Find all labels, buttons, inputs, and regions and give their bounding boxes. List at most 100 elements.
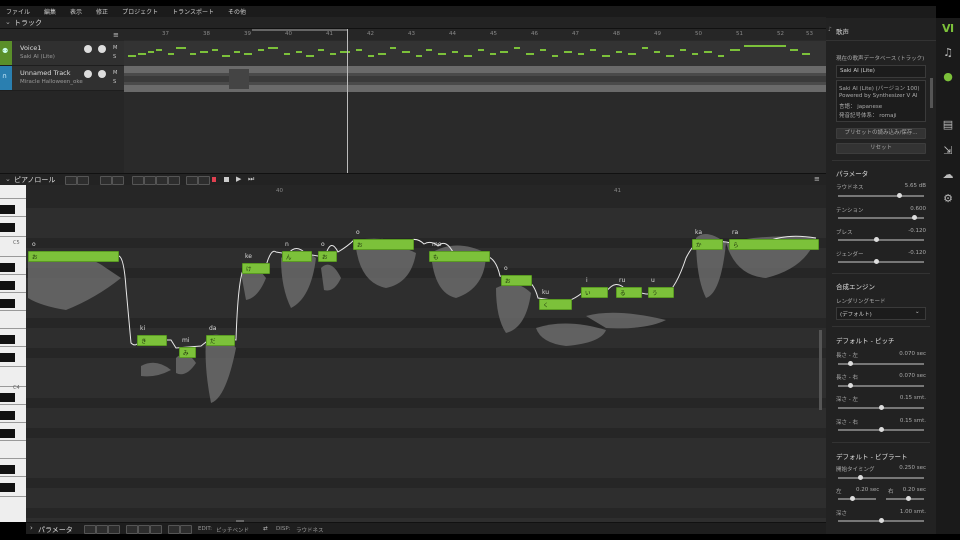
note[interactable]: お: [353, 239, 414, 250]
voice-track-lane[interactable]: [124, 41, 826, 66]
pencil-tool-icon[interactable]: [77, 176, 89, 185]
loop-range[interactable]: [252, 29, 348, 31]
note[interactable]: か: [692, 239, 723, 250]
slider-knob[interactable]: [906, 496, 911, 501]
pointer-tool-icon[interactable]: [84, 525, 96, 534]
microphone-icon[interactable]: ●: [942, 70, 954, 83]
note[interactable]: み: [179, 347, 196, 358]
curve-tool-icon[interactable]: [112, 176, 124, 185]
render-mode-select[interactable]: (デフォルト) ⌄: [836, 307, 926, 320]
solo-button[interactable]: S: [113, 79, 116, 85]
menu-transport[interactable]: トランスポート: [172, 7, 214, 16]
note[interactable]: お: [501, 275, 532, 286]
pause-icon[interactable]: [212, 177, 216, 182]
slider-knob[interactable]: [879, 518, 884, 523]
note[interactable]: ら: [729, 239, 819, 250]
swap-arrows-icon[interactable]: ⇄: [263, 526, 268, 532]
slider-knob[interactable]: [874, 259, 879, 264]
volume-knob[interactable]: [84, 70, 92, 78]
slider-knob[interactable]: [897, 193, 902, 198]
instrumental-track-lane[interactable]: [124, 66, 826, 92]
piano-roll-ruler[interactable]: 40 41: [26, 185, 826, 198]
menu-edit[interactable]: 編集: [44, 7, 56, 16]
track-timeline[interactable]: 37 38 39 40 41 42 43 44 45 46 47 48 49 5…: [124, 29, 826, 40]
expand-chevron-icon[interactable]: ›: [30, 524, 33, 532]
pan-knob[interactable]: [98, 45, 106, 53]
track-row-voice1[interactable]: ⚉ Voice1 Saki AI (Lite) M S: [0, 41, 124, 66]
zoom-tool-icon[interactable]: [168, 525, 180, 534]
slider-knob[interactable]: [848, 361, 853, 366]
slider-knob[interactable]: [858, 475, 863, 480]
note[interactable]: け: [242, 263, 270, 274]
gender-slider[interactable]: [838, 261, 924, 263]
pencil-tool-icon[interactable]: [96, 525, 108, 534]
collapse-chevron-icon[interactable]: ⌄: [5, 18, 11, 26]
book-icon[interactable]: ▤: [942, 118, 954, 131]
note[interactable]: お: [318, 251, 337, 262]
reset-button[interactable]: リセット: [836, 143, 926, 154]
note[interactable]: ん: [282, 251, 312, 262]
note[interactable]: く: [539, 299, 572, 310]
pointer-tool-icon[interactable]: [65, 176, 77, 185]
display-parameter-value[interactable]: ラウドネス: [296, 526, 324, 534]
playhead[interactable]: [347, 29, 348, 173]
slider-knob[interactable]: [879, 405, 884, 410]
vibrato-tool-icon[interactable]: [156, 176, 168, 185]
mute-button[interactable]: M: [113, 70, 117, 76]
edit-parameter-value[interactable]: ピッチベンド: [216, 526, 249, 534]
piano-keyboard[interactable]: C5 C4: [0, 185, 26, 522]
vibrato-left-slider[interactable]: [838, 498, 876, 500]
snap-tool-icon[interactable]: [180, 525, 192, 534]
line-tool-icon[interactable]: [132, 176, 144, 185]
vibrato-right-slider[interactable]: [886, 498, 924, 500]
erase-tool-icon[interactable]: [150, 525, 162, 534]
piano-roll-grid[interactable]: お o き ki み mi だ da け ke ん n お o お o も mo…: [26, 198, 826, 522]
slider-knob[interactable]: [912, 215, 917, 220]
piano-roll-menu-icon[interactable]: ≡: [814, 175, 820, 183]
note[interactable]: う: [648, 287, 674, 298]
menu-modify[interactable]: 修正: [96, 7, 108, 16]
resize-handle[interactable]: [236, 520, 244, 522]
export-icon[interactable]: ⇲: [942, 144, 954, 157]
database-select[interactable]: Saki AI (Lite): [836, 65, 926, 78]
track-name[interactable]: Unnamed Track: [20, 69, 71, 77]
menu-project[interactable]: プロジェクト: [122, 7, 158, 16]
note[interactable]: だ: [206, 335, 235, 346]
vibrato-timing-slider[interactable]: [838, 477, 924, 479]
note[interactable]: い: [581, 287, 608, 298]
note[interactable]: き: [137, 335, 167, 346]
line-tool-icon[interactable]: [126, 525, 138, 534]
note[interactable]: る: [616, 287, 642, 298]
knife-tool-icon[interactable]: [100, 176, 112, 185]
slider-knob[interactable]: [874, 237, 879, 242]
slider-knob[interactable]: [879, 427, 884, 432]
slider-knob[interactable]: [848, 383, 853, 388]
loudness-slider[interactable]: [838, 195, 924, 197]
note[interactable]: お: [28, 251, 119, 262]
menu-other[interactable]: その他: [228, 7, 246, 16]
menu-view[interactable]: 表示: [70, 7, 82, 16]
smooth-tool-icon[interactable]: [138, 525, 150, 534]
mute-button[interactable]: M: [113, 45, 117, 51]
slider-knob[interactable]: [850, 496, 855, 501]
skip-icon[interactable]: ⏭: [248, 175, 254, 184]
play-mode-icon[interactable]: [186, 176, 198, 185]
solo-button[interactable]: S: [113, 54, 116, 60]
panel-scrollbar[interactable]: [930, 78, 933, 108]
cloud-icon[interactable]: ☁: [942, 168, 954, 181]
gear-icon[interactable]: ⚙: [942, 192, 954, 205]
play-icon[interactable]: ▶: [236, 175, 241, 183]
breath-slider[interactable]: [838, 239, 924, 241]
volume-knob[interactable]: [84, 45, 92, 53]
loop-icon[interactable]: [198, 176, 210, 185]
track-menu-icon[interactable]: ≡: [113, 31, 119, 39]
music-note-icon[interactable]: ♫: [942, 46, 954, 59]
grid-tool-icon[interactable]: [168, 176, 180, 185]
vertical-scrollbar[interactable]: [819, 330, 822, 410]
pan-knob[interactable]: [98, 70, 106, 78]
menu-file[interactable]: ファイル: [6, 7, 30, 16]
pitch-tool-icon[interactable]: [144, 176, 156, 185]
track-name[interactable]: Voice1: [20, 44, 41, 52]
note[interactable]: も: [429, 251, 490, 262]
stop-icon[interactable]: [224, 177, 229, 182]
